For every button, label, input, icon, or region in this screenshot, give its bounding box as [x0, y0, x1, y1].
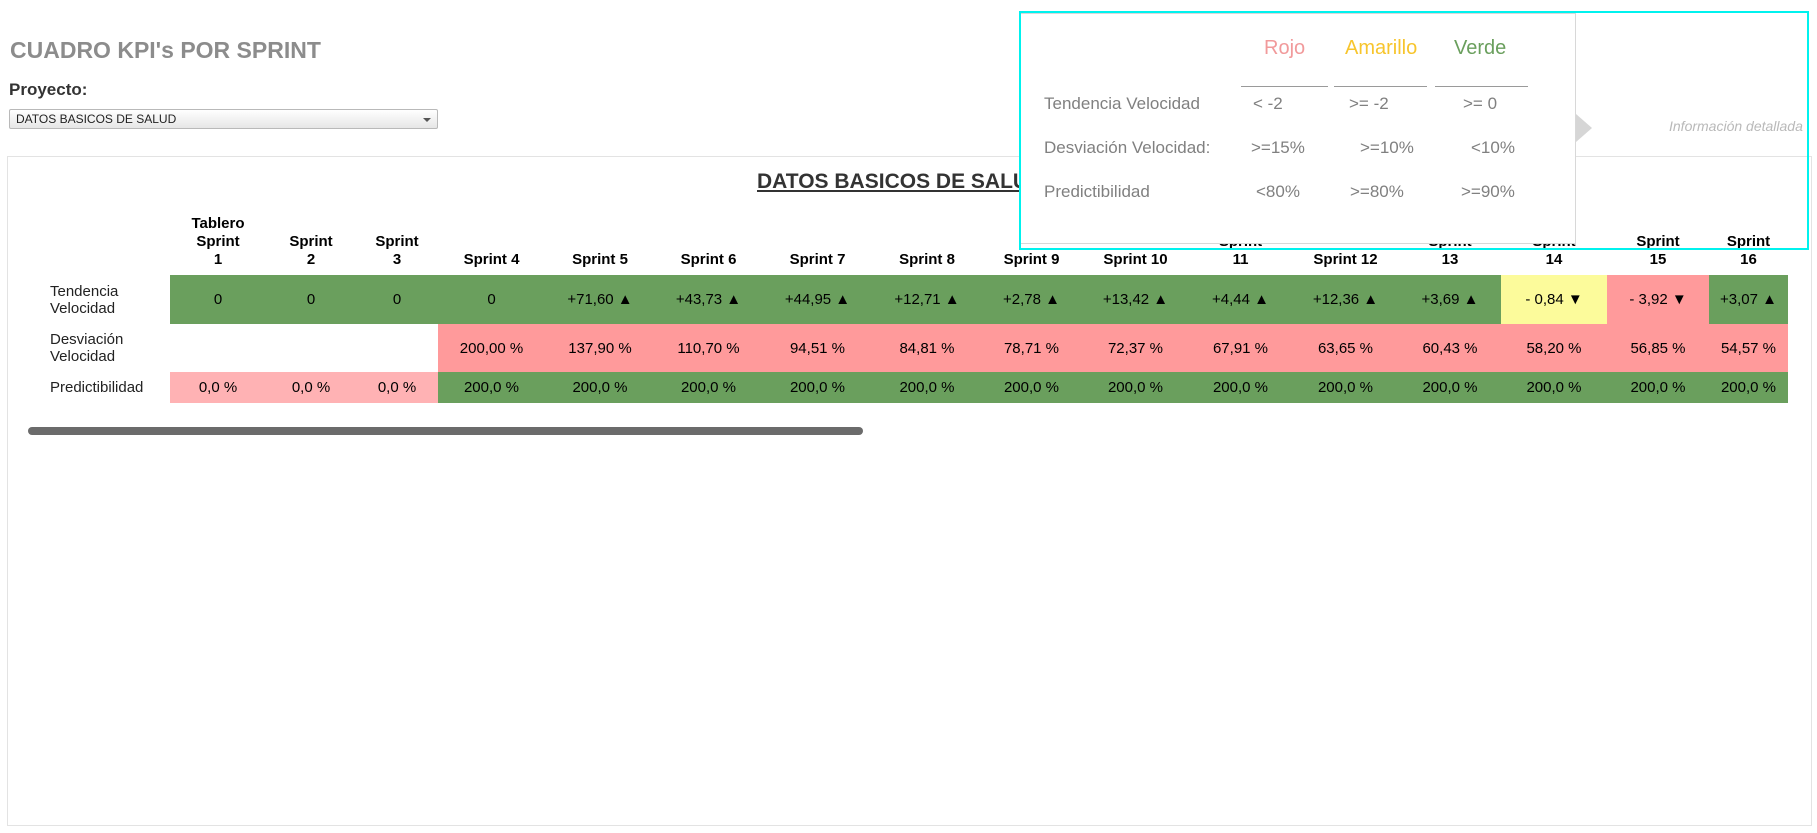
kpi-cell: 200,0 % [655, 372, 762, 403]
row-label: Desviación Velocidad [50, 331, 124, 365]
kpi-cell: +43,73 ▲ [655, 275, 762, 324]
kpi-cell: 200,0 % [545, 372, 655, 403]
column-header: Tablero Sprint 1 [191, 215, 245, 268]
kpi-cell: 200,0 % [1607, 372, 1709, 403]
kpi-cell: +2,78 ▲ [981, 275, 1082, 324]
row-label: Predictibilidad [50, 379, 144, 396]
row-label-header [44, 215, 170, 275]
kpi-cell: 56,85 % [1607, 324, 1709, 372]
kpi-cell: +12,71 ▲ [873, 275, 981, 324]
kpi-cell: 200,0 % [981, 372, 1082, 403]
kpi-cell: 200,0 % [1399, 372, 1501, 403]
kpi-cell: +3,07 ▲ [1709, 275, 1788, 324]
horizontal-scrollbar[interactable] [28, 427, 863, 435]
page-title: CUADRO KPI's POR SPRINT [10, 37, 321, 63]
legend-value: >= 0 [1463, 94, 1498, 113]
column-header: Sprint 6 [680, 251, 737, 268]
row-label: Tendencia Velocidad [50, 282, 119, 317]
kpi-cell: +44,95 ▲ [762, 275, 873, 324]
kpi-cell: +3,69 ▲ [1399, 275, 1501, 324]
column-header: Sprint 3 [375, 233, 419, 268]
legend-row-label: Predictibilidad [1044, 182, 1150, 201]
legend-value: >=80% [1350, 182, 1404, 201]
kpi-cell: 110,70 % [655, 324, 762, 372]
kpi-cell: 78,71 % [981, 324, 1082, 372]
legend-value: < -2 [1253, 94, 1283, 113]
kpi-cell: 200,0 % [438, 372, 545, 403]
legend-value: >= -2 [1349, 94, 1389, 113]
kpi-cell: - 3,92 ▼ [1607, 275, 1709, 324]
legend-tooltip: Rojo Amarillo Verde Tendencia Velocidad … [1020, 13, 1576, 244]
legend-value: >=15% [1251, 138, 1305, 157]
kpi-cell: 0 [438, 275, 545, 324]
legend-value: <80% [1256, 182, 1300, 201]
column-header: Sprint 16 [1726, 233, 1771, 268]
kpi-cell: 200,0 % [1189, 372, 1292, 403]
kpi-cell: 67,91 % [1189, 324, 1292, 372]
legend-value: >=10% [1360, 138, 1414, 157]
kpi-cell: +4,44 ▲ [1189, 275, 1292, 324]
kpi-cell: 60,43 % [1399, 324, 1501, 372]
column-header: Sprint 5 [572, 251, 628, 268]
kpi-cell: +71,60 ▲ [545, 275, 655, 324]
kpi-cell: 200,0 % [1292, 372, 1399, 403]
kpi-cell: 200,0 % [762, 372, 873, 403]
detail-info-link[interactable]: Información detallada [1669, 118, 1803, 134]
column-header: Sprint 15 [1636, 233, 1680, 268]
kpi-cell: +12,36 ▲ [1292, 275, 1399, 324]
chevron-down-icon [423, 118, 431, 122]
kpi-cell: 200,00 % [438, 324, 545, 372]
legend-value: >=90% [1461, 182, 1515, 201]
legend-divider [1241, 86, 1328, 87]
kpi-cell: 200,0 % [1082, 372, 1189, 403]
kpi-cell [356, 324, 438, 372]
kpi-cell: 72,37 % [1082, 324, 1189, 372]
table-row-predictibilidad: Predictibilidad 0,0 % 0,0 % 0,0 % 200,0 % 200… [44, 372, 1788, 403]
project-select[interactable]: DATOS BASICOS DE SALUD [9, 109, 438, 129]
legend-divider [1334, 86, 1427, 87]
kpi-cell: +13,42 ▲ [1082, 275, 1189, 324]
kpi-cell: - 0,84 ▼ [1501, 275, 1607, 324]
kpi-cell [170, 324, 266, 372]
kpi-cell: 63,65 % [1292, 324, 1399, 372]
legend-header-verde: Verde [1454, 37, 1507, 59]
kpi-cell: 200,0 % [1709, 372, 1788, 403]
kpi-cell: 58,20 % [1501, 324, 1607, 372]
kpi-cell: 0,0 % [170, 372, 266, 403]
legend-header-rojo: Rojo [1264, 37, 1306, 59]
legend-header-amarillo: Amarillo [1345, 37, 1418, 59]
table-row-tendencia: Tendencia Velocidad 0 0 0 0 +71,60 ▲ +43,73 ▲ +… [44, 275, 1788, 324]
kpi-cell: 137,90 % [545, 324, 655, 372]
kpi-cell: 54,57 % [1709, 324, 1788, 372]
kpi-cell: 0 [266, 275, 356, 324]
legend-divider [1435, 86, 1528, 87]
column-header: Sprint 8 [899, 251, 955, 268]
column-header: Sprint 2 [289, 233, 333, 268]
kpi-cell: 0,0 % [356, 372, 438, 403]
table-title: DATOS BASICOS DE SALUD [757, 170, 1044, 193]
project-label: Proyecto: [9, 80, 88, 99]
kpi-cell: 200,0 % [873, 372, 981, 403]
kpi-cell: 0 [170, 275, 266, 324]
kpi-cell: 94,51 % [762, 324, 873, 372]
project-select-value: DATOS BASICOS DE SALUD [16, 112, 177, 126]
kpi-cell: 200,0 % [1501, 372, 1607, 403]
kpi-cell: 0,0 % [266, 372, 356, 403]
table-row-desviacion: Desviación Velocidad 200,00 % 137,90 % 110,… [44, 324, 1788, 372]
legend-row-label: Tendencia Velocidad [1044, 94, 1200, 113]
arrow-right-icon [1576, 114, 1592, 142]
kpi-cell: 84,81 % [873, 324, 981, 372]
legend-row-label: Desviación Velocidad: [1044, 138, 1211, 157]
kpi-cell: 0 [356, 275, 438, 324]
legend-value: <10% [1471, 138, 1515, 157]
column-header: Sprint 7 [789, 251, 846, 268]
kpi-cell [266, 324, 356, 372]
column-header: Sprint 4 [463, 251, 520, 268]
